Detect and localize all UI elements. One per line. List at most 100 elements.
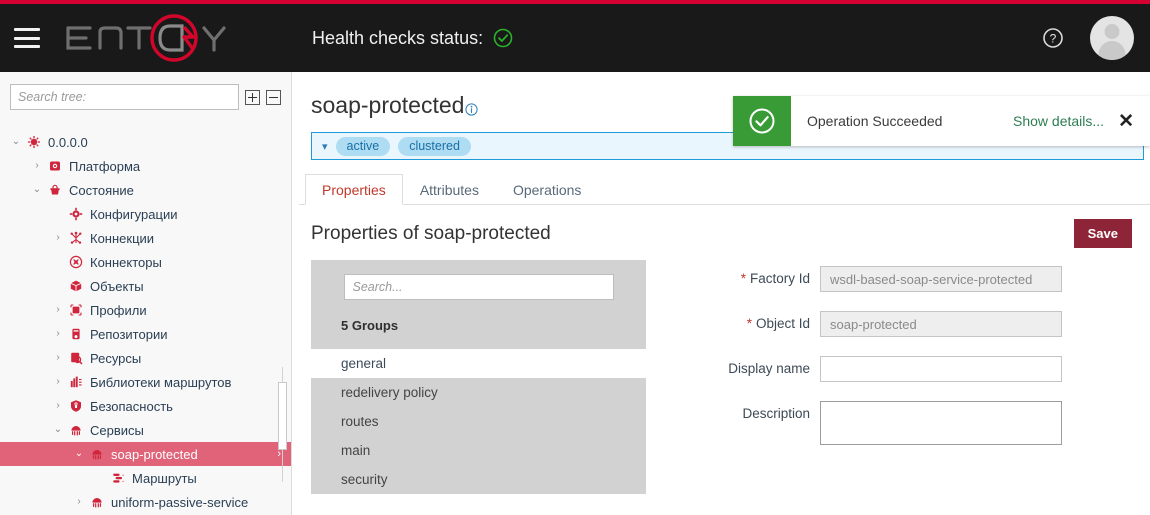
user-avatar-icon[interactable] [1090,16,1134,60]
group-item-redelivery-policy[interactable]: redelivery policy [311,378,646,407]
tree-search-row [0,72,291,120]
tree-item-label: Состояние [69,182,134,198]
required-asterisk: * [746,316,752,331]
tree-item-label: 0.0.0.0 [48,134,88,150]
chevron-right-icon[interactable]: › [50,233,66,243]
app-header: Health checks status: ? [0,4,1150,72]
tree-item-[interactable]: › Ресурсы [0,346,291,370]
chevron-right-icon[interactable]: › [71,497,87,507]
groups-panel: 5 Groups generalredelivery policyroutesm… [311,260,646,494]
tree-item-label: Коннекторы [90,254,162,270]
status-badge-active: active [335,136,391,156]
close-icon[interactable]: ✕ [1118,96,1150,146]
tree-item-[interactable]: › Платформа [0,154,291,178]
properties-header: Properties of soap-protected Save [293,205,1150,248]
check-circle-white-icon [733,96,791,146]
chevron-right-icon[interactable]: › [29,161,45,171]
hamburger-menu-icon[interactable] [14,28,40,48]
tree-item-[interactable]: ⌄ Состояние [0,178,291,202]
tree-item-label: soap-protected [111,446,198,462]
tree-item-[interactable]: Объекты [0,274,291,298]
configurations-icon [66,207,86,221]
group-item-security[interactable]: security [311,465,646,494]
chevron-right-icon[interactable]: › [50,353,66,363]
tree-item-0-0-0-0[interactable]: ⌄ 0.0.0.0 [0,130,291,154]
platform-icon [45,159,65,173]
form-row-factory-id: * Factory Id [692,266,1150,292]
chevron-down-icon[interactable]: ▾ [322,140,328,153]
form-label-factory-id: * Factory Id [692,266,820,286]
tree-scrollbar-thumb[interactable] [278,382,287,450]
form-row-display-name: Display name [692,356,1150,382]
chevron-right-icon[interactable]: › [50,329,66,339]
repositories-icon [66,327,86,341]
groups-search-input[interactable] [343,274,614,300]
chevron-down-icon[interactable]: ⌄ [71,449,87,459]
form-label-text: Display name [728,361,810,376]
save-button[interactable]: Save [1073,219,1132,248]
tree-item-label: Платформа [69,158,141,174]
resources-icon [66,351,86,365]
tab-properties[interactable]: Properties [305,174,403,205]
tab-attributes[interactable]: Attributes [403,174,496,205]
health-status-label: Health checks status: [312,27,484,48]
collapse-all-icon[interactable] [266,89,281,105]
status-badge-clustered: clustered [398,136,471,156]
tree-item-[interactable]: Маршруты [0,466,291,490]
form-label-object-id: * Object Id [692,311,820,331]
chevron-down-icon[interactable]: ⌄ [50,425,66,435]
tree-item-label: Репозитории [90,326,168,342]
search-tree-input[interactable] [10,84,239,110]
check-circle-green-icon [493,28,513,48]
expand-all-icon[interactable] [245,89,260,105]
tree-item-label: Маршруты [132,470,197,486]
tree-item-[interactable]: Коннекторы [0,250,291,274]
form-label-description: Description [692,401,820,421]
chevron-right-icon[interactable]: › [50,377,66,387]
tree-item-soap-protected[interactable]: ⌄ soap-protected › [0,442,291,466]
tree-item-label: Ресурсы [90,350,142,366]
page-title-text: soap-protected [311,92,465,118]
content-tabs: Properties Attributes Operations [299,174,1150,205]
services-icon [66,423,86,437]
tree-item-[interactable]: › Коннекции [0,226,291,250]
group-item-general[interactable]: general [311,349,646,378]
resource-tree: ⌄ 0.0.0.0 › Платформа ⌄ Состояние Конфигурации… [0,120,291,514]
groups-list: general redelivery policy routes main securi… [311,349,646,494]
tree-item-[interactable]: › Библиотеки маршрутов [0,370,291,394]
chevron-right-icon[interactable]: › [50,401,66,411]
service-icon [87,447,107,461]
svg-text:?: ? [1050,32,1057,46]
field-description[interactable] [820,401,1062,445]
connectors-icon [66,255,86,269]
toast-notification: Operation Succeeded Show details... ✕ [733,96,1150,146]
field-factory-id [820,266,1062,292]
server-root-icon [24,135,44,149]
chevron-down-icon[interactable]: ⌄ [8,137,24,147]
group-item-routes[interactable]: routes [311,407,646,436]
form-row-description: Description [692,401,1150,445]
tree-item-[interactable]: ⌄ Сервисы [0,418,291,442]
info-circle-icon[interactable] [465,95,479,122]
tree-item-label: Сервисы [90,422,144,438]
tree-item-label: Безопасность [90,398,173,414]
tree-item-label: Коннекции [90,230,155,246]
group-item-main[interactable]: main [311,436,646,465]
toast-show-details-link[interactable]: Show details... [1013,96,1118,146]
tree-item-[interactable]: Конфигурации [0,202,291,226]
connections-icon [66,231,86,245]
tree-item-[interactable]: › Репозитории [0,322,291,346]
help-question-icon[interactable]: ? [1042,27,1064,49]
chevron-down-icon[interactable]: ⌄ [29,185,45,195]
navigation-sidebar: ⌄ 0.0.0.0 › Платформа ⌄ Состояние Конфигурации… [0,72,292,515]
tab-operations[interactable]: Operations [496,174,598,205]
chevron-right-icon[interactable]: › [50,305,66,315]
profiles-icon [66,303,86,317]
tree-item-uniform-passive-service[interactable]: › uniform-passive-service [0,490,291,514]
form-label-display-name: Display name [692,356,820,376]
tree-item-[interactable]: › Безопасность [0,394,291,418]
security-shield-icon [66,399,86,413]
field-display-name[interactable] [820,356,1062,382]
tree-item-label: Библиотеки маршрутов [90,374,232,390]
tree-item-[interactable]: › Профили [0,298,291,322]
